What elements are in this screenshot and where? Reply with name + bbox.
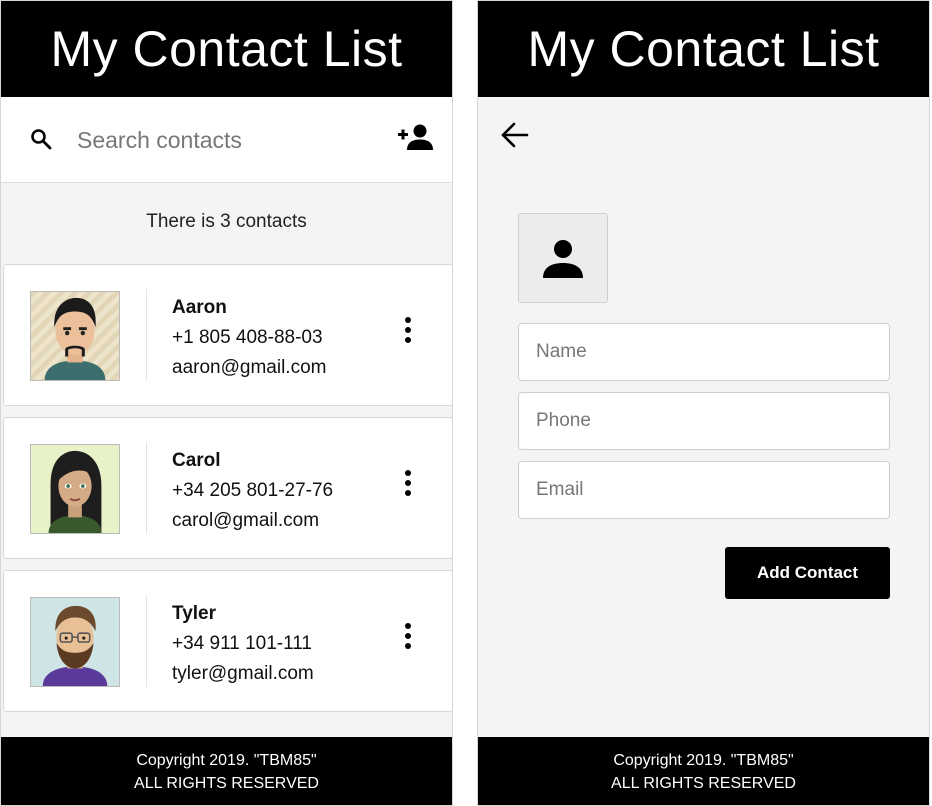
card-divider [146, 289, 147, 381]
add-contact-button[interactable]: Add Contact [725, 547, 890, 599]
search-icon[interactable] [29, 127, 53, 151]
avatar-image [31, 598, 119, 686]
arrow-left-icon[interactable] [500, 121, 530, 149]
contact-count: There is 3 contacts [146, 211, 307, 232]
contact-name: Tyler [172, 603, 217, 624]
footer-rights: ALL RIGHTS RESERVED [134, 775, 319, 792]
contact-info: Carol +34 205 801-27-76 carol@gmail.com [172, 446, 333, 536]
card-divider [146, 442, 147, 534]
search-input[interactable] [77, 123, 377, 157]
name-field[interactable] [518, 323, 890, 381]
email-field[interactable] [518, 461, 890, 519]
photo-upload[interactable] [518, 213, 608, 303]
avatar-image [31, 292, 119, 380]
app-title: My Contact List [50, 21, 403, 77]
contact-email: aaron@gmail.com [172, 357, 327, 378]
app-header: My Contact List [478, 1, 929, 97]
contact-email: tyler@gmail.com [172, 663, 314, 684]
avatar [30, 291, 120, 381]
footer-copyright: Copyright 2019. "TBM85" [136, 752, 317, 769]
person-icon [543, 240, 583, 278]
avatar-image [31, 445, 119, 533]
avatar [30, 444, 120, 534]
contact-name: Carol [172, 450, 221, 471]
contact-card[interactable]: Tyler +34 911 101-111 tyler@gmail.com [3, 570, 452, 712]
app-header: My Contact List [1, 1, 452, 97]
kebab-menu-icon[interactable] [400, 623, 416, 659]
contact-info: Aaron +1 805 408-88-03 aaron@gmail.com [172, 293, 326, 383]
contact-phone: +34 205 801-27-76 [172, 480, 334, 501]
contact-card[interactable]: Aaron +1 805 408-88-03 aaron@gmail.com [3, 264, 452, 406]
footer-copyright: Copyright 2019. "TBM85" [613, 752, 794, 769]
contact-email: carol@gmail.com [172, 510, 320, 531]
app-footer: Copyright 2019. "TBM85" ALL RIGHTS RESER… [1, 737, 452, 805]
phone-field[interactable] [518, 392, 890, 450]
contact-card[interactable]: Carol +34 205 801-27-76 carol@gmail.com [3, 417, 452, 559]
kebab-menu-icon[interactable] [400, 470, 416, 506]
card-divider [146, 595, 147, 687]
footer-rights: ALL RIGHTS RESERVED [611, 775, 796, 792]
contact-list-screen: My Contact List There is 3 contacts [0, 0, 453, 806]
avatar [30, 597, 120, 687]
search-bar [1, 97, 452, 183]
app-footer: Copyright 2019. "TBM85" ALL RIGHTS RESER… [478, 737, 929, 805]
add-user-icon[interactable] [398, 123, 434, 151]
add-contact-screen: My Contact List Add Contact Copyright 20… [477, 0, 930, 806]
contact-phone: +34 911 101-111 [172, 633, 312, 654]
contact-info: Tyler +34 911 101-111 tyler@gmail.com [172, 599, 314, 689]
contact-name: Aaron [172, 297, 227, 318]
contact-phone: +1 805 408-88-03 [172, 327, 323, 348]
kebab-menu-icon[interactable] [400, 317, 416, 353]
app-title: My Contact List [527, 21, 880, 77]
